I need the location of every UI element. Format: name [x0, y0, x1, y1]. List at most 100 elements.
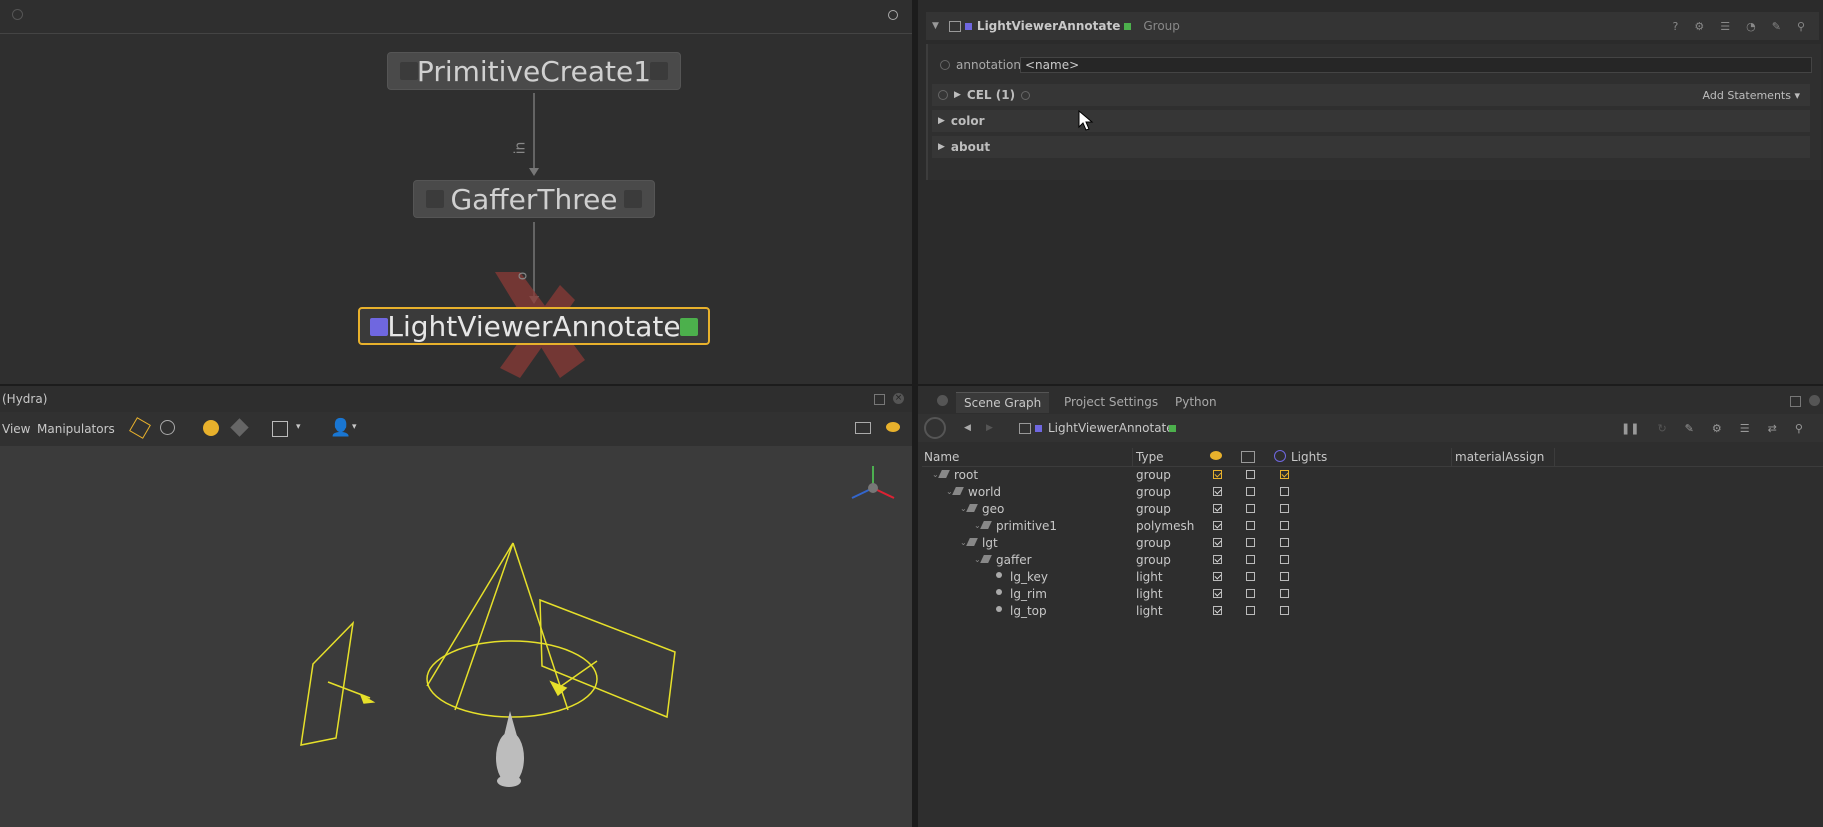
visibility-checkbox[interactable] — [1213, 504, 1222, 513]
pencil-icon[interactable]: ✎ — [1685, 422, 1694, 435]
tree-row[interactable]: ⌄ gaffer group — [926, 551, 1823, 568]
column-type[interactable]: Type — [1136, 450, 1164, 464]
visibility-checkbox[interactable] — [1213, 572, 1222, 581]
node-gafferthree[interactable]: GafferThree — [413, 180, 655, 218]
visibility-checkbox[interactable] — [1213, 470, 1222, 479]
render-checkbox[interactable] — [1246, 555, 1255, 564]
tree-row[interactable]: ⌄ lgt group — [926, 534, 1823, 551]
column-divider[interactable] — [1451, 448, 1452, 466]
expand-icon[interactable]: ▶ — [938, 142, 945, 152]
close-icon[interactable]: × — [893, 393, 904, 404]
light-checkbox[interactable] — [1280, 606, 1289, 615]
sync-icon[interactable]: ⇄ — [1768, 422, 1777, 435]
light-checkbox[interactable] — [1280, 470, 1289, 479]
collapse-icon[interactable]: ▼ — [932, 21, 939, 31]
light-checkbox[interactable] — [1280, 521, 1289, 530]
breadcrumb[interactable]: LightViewerAnnotate — [1048, 421, 1174, 435]
tree-row[interactable]: lg_top light — [926, 602, 1823, 619]
expand-icon[interactable]: ▶ — [938, 116, 945, 126]
render-checkbox[interactable] — [1246, 487, 1255, 496]
render-checkbox[interactable] — [1246, 606, 1255, 615]
tree-row[interactable]: ⌄ world group — [926, 483, 1823, 500]
visibility-checkbox[interactable] — [1213, 606, 1222, 615]
visibility-checkbox[interactable] — [1213, 487, 1222, 496]
annotation-field[interactable] — [1020, 57, 1812, 73]
chevron-down-icon[interactable]: ▾ — [296, 422, 301, 432]
light-checkbox[interactable] — [1280, 572, 1289, 581]
add-statements-button[interactable]: Add Statements ▾ — [1703, 89, 1800, 102]
column-lights[interactable]: Lights — [1291, 450, 1327, 464]
visibility-checkbox[interactable] — [1213, 521, 1222, 530]
color-section[interactable]: ▶ color — [932, 110, 1810, 132]
node-lightviewerannotate[interactable]: LightViewerAnnotate — [358, 307, 710, 345]
tree-row[interactable]: ⌄ geo group — [926, 500, 1823, 517]
render-checkbox[interactable] — [1246, 538, 1255, 547]
forward-icon[interactable]: ▶ — [986, 423, 993, 433]
tab-scene-graph[interactable]: Scene Graph — [956, 392, 1050, 413]
filter-icon[interactable]: ☰ — [1740, 422, 1750, 435]
render-checkbox[interactable] — [1246, 589, 1255, 598]
object-mode-icon[interactable] — [129, 417, 151, 439]
about-section[interactable]: ▶ about — [932, 136, 1810, 158]
back-icon[interactable]: ◀ — [964, 423, 971, 433]
visibility-checkbox[interactable] — [1213, 538, 1222, 547]
tree-row[interactable]: ⌄ root group — [926, 466, 1823, 483]
close-icon[interactable] — [1809, 395, 1820, 406]
light-checkbox[interactable] — [1280, 555, 1289, 564]
manipulators-menu[interactable]: Manipulators — [37, 422, 115, 436]
visibility-checkbox[interactable] — [1213, 589, 1222, 598]
node-name[interactable]: LightViewerAnnotate — [977, 19, 1120, 33]
light-checkbox[interactable] — [1280, 504, 1289, 513]
column-divider[interactable] — [1554, 448, 1555, 466]
light-checkbox[interactable] — [1280, 538, 1289, 547]
help-icon[interactable]: ? — [1673, 20, 1679, 33]
pause-icon[interactable]: ❚❚ — [1621, 422, 1639, 435]
tree-row[interactable]: lg_rim light — [926, 585, 1823, 602]
render-checkbox[interactable] — [1246, 470, 1255, 479]
world-icon[interactable] — [160, 420, 175, 435]
help-icon[interactable] — [940, 60, 950, 70]
light-column-icon[interactable] — [1274, 450, 1286, 462]
float-icon[interactable] — [874, 394, 885, 405]
tree-row[interactable]: ⌄ primitive1 polymesh — [926, 517, 1823, 534]
gear-icon[interactable]: ⚙ — [1712, 422, 1722, 435]
texture-icon[interactable] — [230, 418, 249, 437]
refresh-icon[interactable]: ↻ — [1657, 422, 1666, 435]
help-icon[interactable] — [938, 90, 948, 100]
visibility-column-icon[interactable] — [1210, 451, 1222, 460]
column-material[interactable]: materialAssign — [1455, 450, 1544, 464]
render-checkbox[interactable] — [1246, 504, 1255, 513]
float-icon[interactable] — [1790, 396, 1801, 407]
node-primitivecreate1[interactable]: PrimitiveCreate1 — [387, 52, 681, 90]
comment-icon[interactable]: ◔ — [1746, 20, 1756, 33]
tab-project-settings[interactable]: Project Settings — [1056, 392, 1166, 412]
view-menu[interactable]: View — [2, 422, 30, 436]
viewer-tab-title[interactable]: (Hydra) — [2, 392, 47, 406]
viewer-panel[interactable]: (Hydra) × View Manipulators ▾ 👤 ▾ — [0, 386, 912, 827]
shading-icon[interactable] — [203, 420, 219, 436]
column-name[interactable]: Name — [924, 450, 959, 464]
gear-icon[interactable]: ⚙ — [1694, 20, 1704, 33]
light-checkbox[interactable] — [1280, 487, 1289, 496]
bounds-icon[interactable] — [272, 421, 288, 437]
cel-section[interactable]: ▶ CEL (1) Add Statements ▾ — [932, 84, 1810, 106]
column-divider[interactable] — [1132, 448, 1133, 466]
search-icon[interactable]: ⚲ — [1795, 422, 1803, 435]
node-graph-panel[interactable]: in o PrimitiveCreate1 GafferThree LightV… — [0, 0, 912, 384]
visibility-icon[interactable] — [886, 422, 900, 432]
render-column-icon[interactable] — [1241, 451, 1255, 463]
tree-row[interactable]: lg_key light — [926, 568, 1823, 585]
visibility-checkbox[interactable] — [1213, 555, 1222, 564]
tab-python[interactable]: Python — [1167, 392, 1225, 412]
expand-icon[interactable]: ▶ — [954, 90, 961, 100]
pin-icon[interactable]: ✎ — [1772, 20, 1781, 33]
viewport[interactable] — [0, 446, 912, 827]
render-checkbox[interactable] — [1246, 521, 1255, 530]
light-checkbox[interactable] — [1280, 589, 1289, 598]
render-checkbox[interactable] — [1246, 572, 1255, 581]
search-icon[interactable]: ⚲ — [1797, 20, 1805, 33]
camera-icon[interactable]: 👤 — [330, 418, 351, 438]
display-icon[interactable] — [855, 422, 871, 434]
chevron-down-icon[interactable]: ▾ — [352, 422, 357, 432]
settings-icon[interactable]: ☰ — [1720, 20, 1730, 33]
